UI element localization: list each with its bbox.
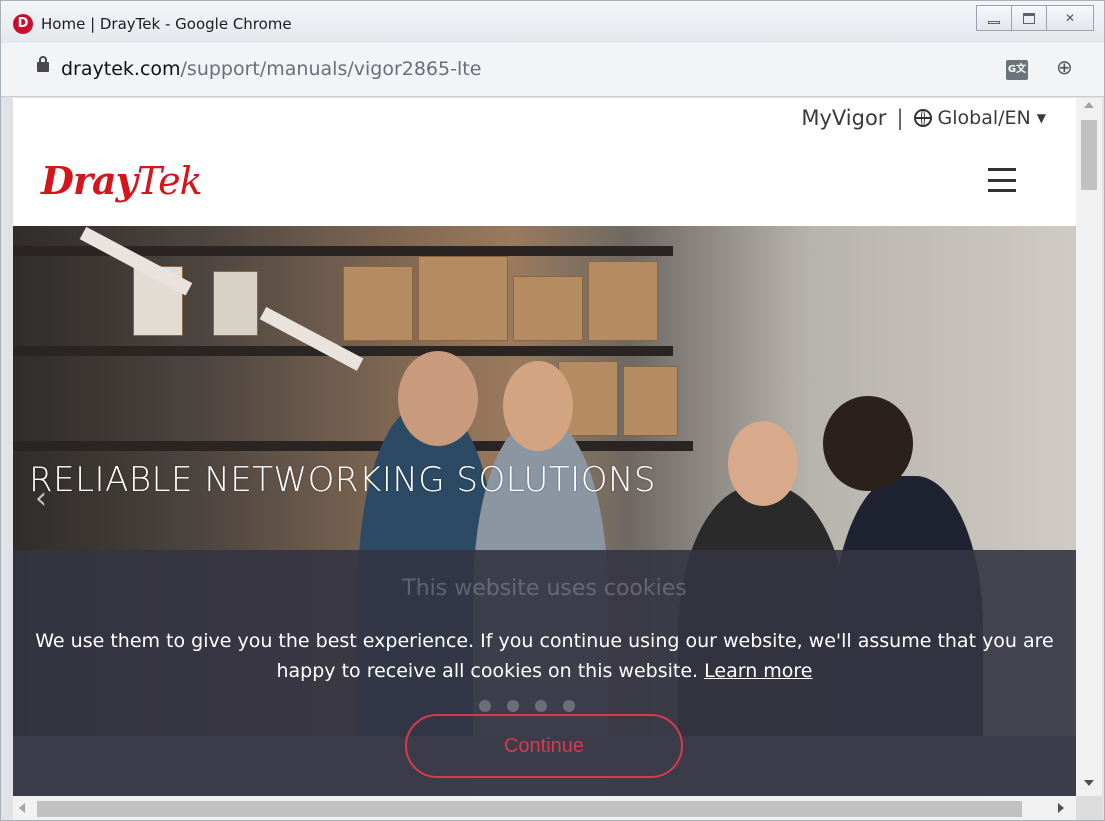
zoom-icon[interactable]: ⊕ xyxy=(1056,55,1073,79)
carousel-dot[interactable] xyxy=(535,700,547,712)
close-button[interactable]: ✕ xyxy=(1046,5,1094,31)
horizontal-scroll-thumb[interactable] xyxy=(37,801,1022,817)
scrollbar-corner xyxy=(1076,796,1102,820)
person-head xyxy=(823,396,913,491)
language-selector[interactable]: Global/EN xyxy=(938,107,1031,129)
globe-icon[interactable] xyxy=(913,109,932,127)
myvigor-link[interactable]: MyVigor xyxy=(801,106,886,130)
carousel-dot[interactable] xyxy=(507,700,519,712)
cookie-message: We use them to give you the best experie… xyxy=(33,626,1056,686)
shelf-bin xyxy=(213,271,258,336)
logo-dray: Dray xyxy=(41,158,138,203)
logo-tek: Tek xyxy=(136,159,203,203)
cookie-banner: This website uses cookies We use them to… xyxy=(13,550,1076,796)
shelf-box xyxy=(513,276,583,341)
minimize-icon xyxy=(988,20,1000,24)
translate-icon[interactable]: G文 xyxy=(1006,60,1028,80)
draytek-logo[interactable]: DrayTek xyxy=(41,158,203,203)
person-head xyxy=(728,421,798,506)
carousel-dot[interactable] xyxy=(563,700,575,712)
vertical-scroll-thumb[interactable] xyxy=(1081,120,1097,190)
address-bar[interactable]: draytek.com/support/manuals/vigor2865-lt… xyxy=(1,43,1104,97)
maximize-button[interactable] xyxy=(1011,5,1047,31)
hamburger-line xyxy=(988,168,1016,171)
url-field[interactable]: draytek.com/support/manuals/vigor2865-lt… xyxy=(61,58,481,80)
top-links: MyVigor | Global/EN ▼ xyxy=(801,106,1046,130)
scroll-down-icon[interactable] xyxy=(1084,780,1094,786)
scroll-up-icon[interactable] xyxy=(1084,102,1094,108)
learn-more-link[interactable]: Learn more xyxy=(704,660,812,682)
vertical-scrollbar[interactable] xyxy=(1076,98,1102,796)
shelf-box xyxy=(418,256,508,341)
shelf-box xyxy=(623,366,678,436)
hamburger-menu-icon[interactable] xyxy=(988,168,1016,192)
continue-button[interactable]: Continue xyxy=(405,714,683,778)
shelf-box xyxy=(343,266,413,341)
close-icon: ✕ xyxy=(1064,11,1076,25)
url-host: draytek.com xyxy=(61,58,181,80)
top-links-separator: | xyxy=(896,106,904,130)
scroll-right-icon[interactable] xyxy=(1058,803,1064,813)
minimize-button[interactable] xyxy=(976,5,1012,31)
caret-down-icon[interactable]: ▼ xyxy=(1037,111,1046,125)
lock-icon[interactable] xyxy=(37,56,49,72)
hamburger-line xyxy=(988,178,1016,182)
cookie-message-text: We use them to give you the best experie… xyxy=(35,630,1054,682)
horizontal-scrollbar[interactable] xyxy=(13,796,1076,820)
hamburger-line xyxy=(988,189,1016,192)
person-head xyxy=(398,351,478,446)
shelf xyxy=(13,441,693,451)
url-path: /support/manuals/vigor2865-lte xyxy=(180,58,482,80)
maximize-icon xyxy=(1023,12,1035,24)
window-title: Home | DrayTek - Google Chrome xyxy=(41,15,292,33)
carousel-dots xyxy=(479,700,591,712)
chrome-app-icon: D xyxy=(13,14,33,34)
window-controls: ✕ xyxy=(976,5,1094,31)
scroll-left-icon[interactable] xyxy=(19,803,25,813)
page-viewport: MyVigor | Global/EN ▼ DrayTek RELIABLE N… xyxy=(13,98,1076,796)
hero-title: RELIABLE NETWORKING SOLUTIONS xyxy=(29,460,656,500)
carousel-prev-icon[interactable]: ‹ xyxy=(35,481,47,516)
person-head xyxy=(503,361,573,451)
cookie-title: This website uses cookies xyxy=(402,576,687,601)
shelf-box xyxy=(588,261,658,341)
carousel-dot[interactable] xyxy=(479,700,491,712)
browser-window: D Home | DrayTek - Google Chrome ✕ drayt… xyxy=(0,0,1105,821)
title-bar: D Home | DrayTek - Google Chrome ✕ xyxy=(1,1,1104,43)
